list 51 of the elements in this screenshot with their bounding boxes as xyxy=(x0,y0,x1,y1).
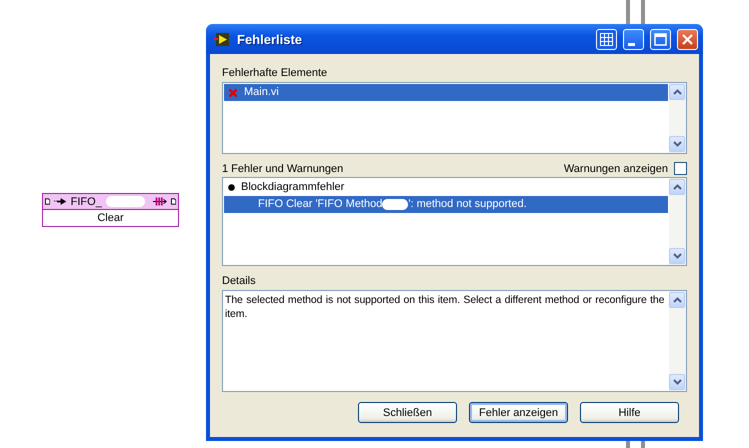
redaction-mark xyxy=(382,199,408,210)
down-caret-icon xyxy=(672,141,682,147)
warnings-checkbox[interactable] xyxy=(674,162,687,175)
app-icon xyxy=(214,32,231,46)
maximize-icon xyxy=(654,32,667,46)
fifo-icon xyxy=(152,197,167,206)
wire xyxy=(626,0,630,24)
up-caret-icon xyxy=(672,297,682,303)
close-button[interactable] xyxy=(677,28,698,50)
checkbox-label: Warnungen anzeigen xyxy=(564,162,668,174)
scroll-up-button[interactable] xyxy=(669,292,685,308)
method-label: Clear xyxy=(96,211,125,226)
grid-icon xyxy=(600,32,613,46)
dialog-button[interactable]: Hilfe xyxy=(580,402,679,423)
wire xyxy=(641,0,645,24)
minimize-icon xyxy=(628,42,635,46)
scroll-down-button[interactable] xyxy=(669,136,685,152)
up-caret-icon xyxy=(672,184,682,190)
down-caret-icon xyxy=(672,253,682,259)
up-caret-icon xyxy=(672,89,682,95)
scrollbar[interactable] xyxy=(669,291,686,391)
section-label: 1 Fehler und Warnungen xyxy=(222,162,344,174)
list-item[interactable]: Main.vi xyxy=(224,84,668,101)
wire xyxy=(641,441,645,448)
details-text: The selected method is not supported on this item. Select a different method or reconfigure the item. xyxy=(224,293,666,322)
minimize-button[interactable] xyxy=(623,28,644,50)
redaction-mark xyxy=(106,196,145,207)
arrow-icon xyxy=(54,198,67,205)
section-label: Details xyxy=(222,274,257,288)
dialog-button[interactable]: Schließen xyxy=(358,402,457,423)
terminal-icon xyxy=(45,198,50,205)
error-x-icon xyxy=(228,88,238,98)
scroll-up-button[interactable] xyxy=(669,84,685,100)
error-entry[interactable]: FIFO Clear 'FIFO Method ': method not supported. xyxy=(224,196,668,213)
wire xyxy=(626,441,630,448)
scroll-down-button[interactable] xyxy=(669,374,685,390)
dialog-button[interactable]: Fehler anzeigen xyxy=(469,402,568,423)
error-group[interactable]: Blockdiagrammfehler xyxy=(224,179,668,196)
node-title: FIFO_ xyxy=(70,196,102,208)
bullet-icon xyxy=(228,184,235,191)
section-label: Fehlerhafte Elemente xyxy=(222,66,328,80)
scrollbar[interactable] xyxy=(669,83,686,153)
terminal-icon xyxy=(170,198,176,205)
scroll-up-button[interactable] xyxy=(669,179,685,195)
window-title: Fehlerliste xyxy=(237,32,304,46)
scroll-down-button[interactable] xyxy=(669,248,685,264)
down-caret-icon xyxy=(672,379,682,385)
grid-button[interactable] xyxy=(596,28,617,50)
maximize-button[interactable] xyxy=(650,28,671,50)
close-icon xyxy=(682,34,693,44)
scrollbar[interactable] xyxy=(669,178,686,265)
